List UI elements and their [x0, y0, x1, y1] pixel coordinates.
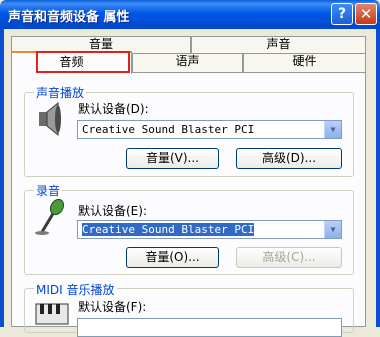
window-title: 声音和音频设备 属性 [8, 10, 130, 25]
tab-sounds[interactable]: 声音 [191, 36, 366, 53]
close-icon: ✕ [359, 5, 373, 23]
chevron-down-icon[interactable]: ▼ [324, 121, 341, 138]
recording-title: 录音 [34, 182, 63, 199]
keyboard-icon [35, 303, 69, 325]
playback-volume-button[interactable]: 音量(V)... [126, 148, 219, 169]
window-frame-left [0, 29, 4, 327]
title-bar[interactable]: 声音和音频设备 属性 ? ✕ [0, 0, 380, 29]
midi-title: MIDI 音乐播放 [34, 281, 117, 298]
tab-hardware[interactable]: 硬件 [243, 53, 366, 72]
help-button[interactable]: ? [331, 3, 353, 25]
midi-default-device-label: 默认设备(F): [78, 300, 147, 314]
recording-device-value: Creative Sound Blaster PCI [82, 223, 255, 236]
tab-voice[interactable]: 语声 [132, 53, 243, 72]
chevron-down-icon[interactable]: ▼ [324, 221, 341, 238]
playback-device-select[interactable]: Creative Sound Blaster PCI ▼ [77, 120, 342, 139]
speaker-icon [39, 101, 61, 137]
recording-device-select[interactable]: Creative Sound Blaster PCI ▼ [77, 220, 342, 239]
help-icon: ? [337, 6, 347, 22]
microphone-icon [35, 198, 65, 235]
sound-playback-title: 声音播放 [34, 84, 87, 101]
playback-device-value: Creative Sound Blaster PCI [82, 123, 255, 136]
window-frame-right [376, 29, 380, 327]
recording-advanced-button: 高级(C)... [236, 247, 342, 268]
midi-device-select[interactable] [77, 318, 342, 337]
highlight-annotation [36, 51, 130, 73]
playback-default-device-label: 默认设备(D): [78, 102, 149, 116]
recording-default-device-label: 默认设备(E): [78, 204, 147, 218]
playback-advanced-button[interactable]: 高级(D)... [236, 148, 342, 169]
recording-volume-button[interactable]: 音量(O)... [126, 247, 219, 268]
close-button[interactable]: ✕ [355, 3, 377, 25]
